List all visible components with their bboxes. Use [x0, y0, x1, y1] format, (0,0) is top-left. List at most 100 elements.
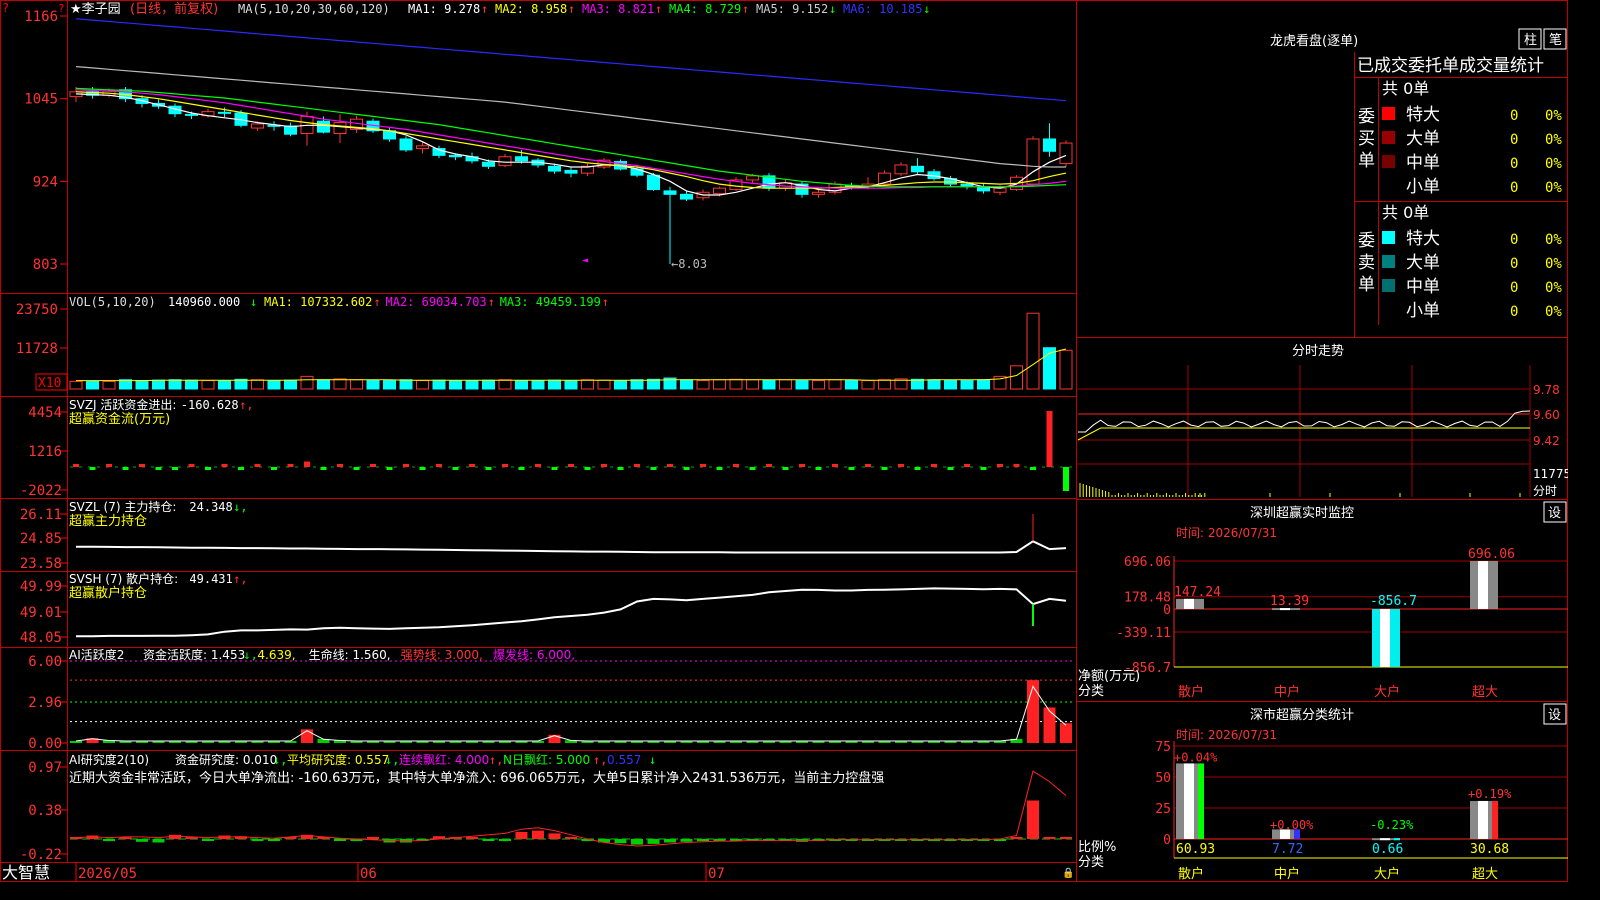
- ai1-arrow: ↓,: [243, 648, 257, 662]
- stat-axis-label: 50: [1155, 771, 1171, 786]
- svsh-header: SVSH (7) 散户持仓: 49.431 ↑, 超赢散户持仓: [69, 571, 248, 601]
- candle: [812, 189, 825, 198]
- monitor-time: 时间: 2026/07/31: [1176, 526, 1277, 540]
- intraday-title: 分时走势: [1292, 343, 1344, 359]
- stat-bar: [1470, 800, 1498, 839]
- svzj-bar: [320, 467, 327, 470]
- svzj-bar: [304, 461, 310, 467]
- ma-prefix: MA(5,10,20,30,60,120): [238, 2, 390, 16]
- buy-side-row-label: 小单: [1406, 177, 1440, 197]
- vol-ma-arrow: ↑: [374, 295, 381, 309]
- price-axis: 1166 1045 924 803: [24, 9, 67, 273]
- buy-side-row-pct: 0%: [1545, 108, 1562, 124]
- ma-arrow-6: ↓: [923, 2, 930, 16]
- svzj-bar: [634, 464, 640, 467]
- svzj-header-value: -160.628: [181, 398, 239, 412]
- ai2-bar: [334, 839, 346, 841]
- ai2-bar: [482, 839, 495, 841]
- sell-side-row-pct: 0%: [1545, 280, 1562, 296]
- monitor-value-label: 13.39: [1270, 594, 1309, 609]
- stat-settings-button[interactable]: 设: [1548, 708, 1561, 723]
- ai2-item-1: 资金研究度: 0.010: [175, 752, 277, 767]
- svzj-bar: [766, 464, 772, 467]
- svzj-bar: [601, 464, 607, 467]
- axis-tick-label: 6.00: [28, 654, 62, 670]
- tick-button[interactable]: 笔: [1549, 32, 1562, 48]
- buy-side-row-label: 大单: [1406, 129, 1440, 149]
- stat-change-label: -0.23%: [1370, 818, 1414, 832]
- monitor-axis-title: 净额(万元): [1078, 669, 1140, 684]
- volume-bar: [944, 379, 957, 390]
- sell-side-row-label: 中单: [1406, 277, 1440, 297]
- volume-bar: [515, 380, 528, 390]
- volume-bar: [927, 379, 941, 390]
- monitor-bar-chart: 696.06178.480-339.11-856.7净额(万元)分类147.24…: [1078, 547, 1568, 700]
- svzj-bar: [881, 467, 888, 470]
- column-button[interactable]: 柱: [1524, 33, 1537, 48]
- volume-bar: [1010, 365, 1023, 390]
- stat-title: 深市超赢分类统计: [1250, 707, 1354, 723]
- svsh-header-arrow: ↑,: [233, 572, 247, 586]
- date-label: 07: [708, 866, 725, 882]
- ma-arrow-5: ↓: [829, 2, 836, 16]
- ai1-item-5: 爆发线: 6.000,: [493, 647, 575, 662]
- buy-side-row-count: 0: [1510, 180, 1518, 196]
- intraday-axis-label: 分时: [1533, 484, 1557, 498]
- triangle-marker: ◄: [582, 255, 588, 266]
- ai2-bar: [680, 839, 693, 842]
- stat-change-label: +0.00%: [1270, 818, 1314, 832]
- period-label[interactable]: (日线，前复权): [130, 1, 218, 17]
- svzl-header-subtitle: 超赢主力持仓: [69, 513, 147, 529]
- svzj-bar: [617, 467, 624, 470]
- svzj-bar: [403, 464, 409, 467]
- sell-side-row-label: 特大: [1406, 229, 1440, 249]
- svzj-bar: [535, 464, 541, 467]
- volume-bar: [779, 379, 792, 390]
- svzj-bar: [73, 464, 79, 467]
- monitor-value-label: 696.06: [1468, 547, 1515, 562]
- svzj-bar: [353, 467, 360, 470]
- candlestick-series: [69, 87, 1073, 264]
- monitor-axis-title: 分类: [1078, 684, 1104, 699]
- ai1-bar: [1060, 723, 1072, 743]
- monitor-axis-label: -339.11: [1116, 626, 1171, 641]
- stat-axis-label: 75: [1155, 740, 1171, 755]
- stat-value-label: 60.93: [1176, 842, 1215, 857]
- price-low-annotation: ←8.03: [671, 257, 707, 271]
- axis-tick-label: 49.01: [20, 605, 62, 621]
- ma-arrow-3: ↑: [655, 2, 662, 16]
- ma-arrow-4: ↑: [742, 2, 749, 16]
- svzj-bar: [650, 467, 657, 470]
- buy-side-side-char: 买: [1358, 129, 1375, 149]
- volume-bar: [762, 379, 776, 390]
- svzl-header-arrow: ↓,: [233, 500, 247, 514]
- monitor-settings-button[interactable]: 设: [1548, 506, 1561, 521]
- monitor-axis-label: 0: [1163, 603, 1171, 618]
- volume-bar: [713, 379, 726, 390]
- stat-axis-title: 分类: [1078, 855, 1104, 870]
- stat-value-label: 30.68: [1470, 842, 1509, 857]
- stat-category: 超大: [1472, 867, 1498, 882]
- lock-icon[interactable]: 🔒: [1062, 867, 1074, 879]
- volume-bar: [828, 379, 842, 390]
- axis-tick-label: 26.11: [20, 507, 62, 523]
- volume-bar: [597, 379, 611, 390]
- candle: [779, 178, 792, 191]
- volume-bar: [449, 380, 462, 390]
- volume-bar: [977, 379, 990, 390]
- monitor-bar: [1176, 598, 1204, 609]
- ai1-bar: [301, 729, 313, 743]
- volume-bar: [960, 380, 974, 390]
- tabs-header[interactable]: 已成交委托单成交量统计: [1357, 56, 1544, 76]
- axis-tick-label: 2.96: [28, 695, 62, 711]
- intraday-axis-label: 9.60: [1533, 408, 1560, 422]
- stock-name[interactable]: ★李子园: [70, 2, 121, 17]
- candle: [911, 158, 924, 174]
- monitor-category: 中户: [1274, 684, 1300, 700]
- buy-side-row-count: 0: [1510, 156, 1518, 172]
- svzj-bar: [931, 464, 937, 467]
- volume-bar: [218, 380, 231, 390]
- ai2-item-2: 平均研究度: 0.557: [287, 752, 389, 767]
- monitor-value-label: -856.7: [1370, 594, 1417, 609]
- price-tick-label: 803: [33, 257, 58, 273]
